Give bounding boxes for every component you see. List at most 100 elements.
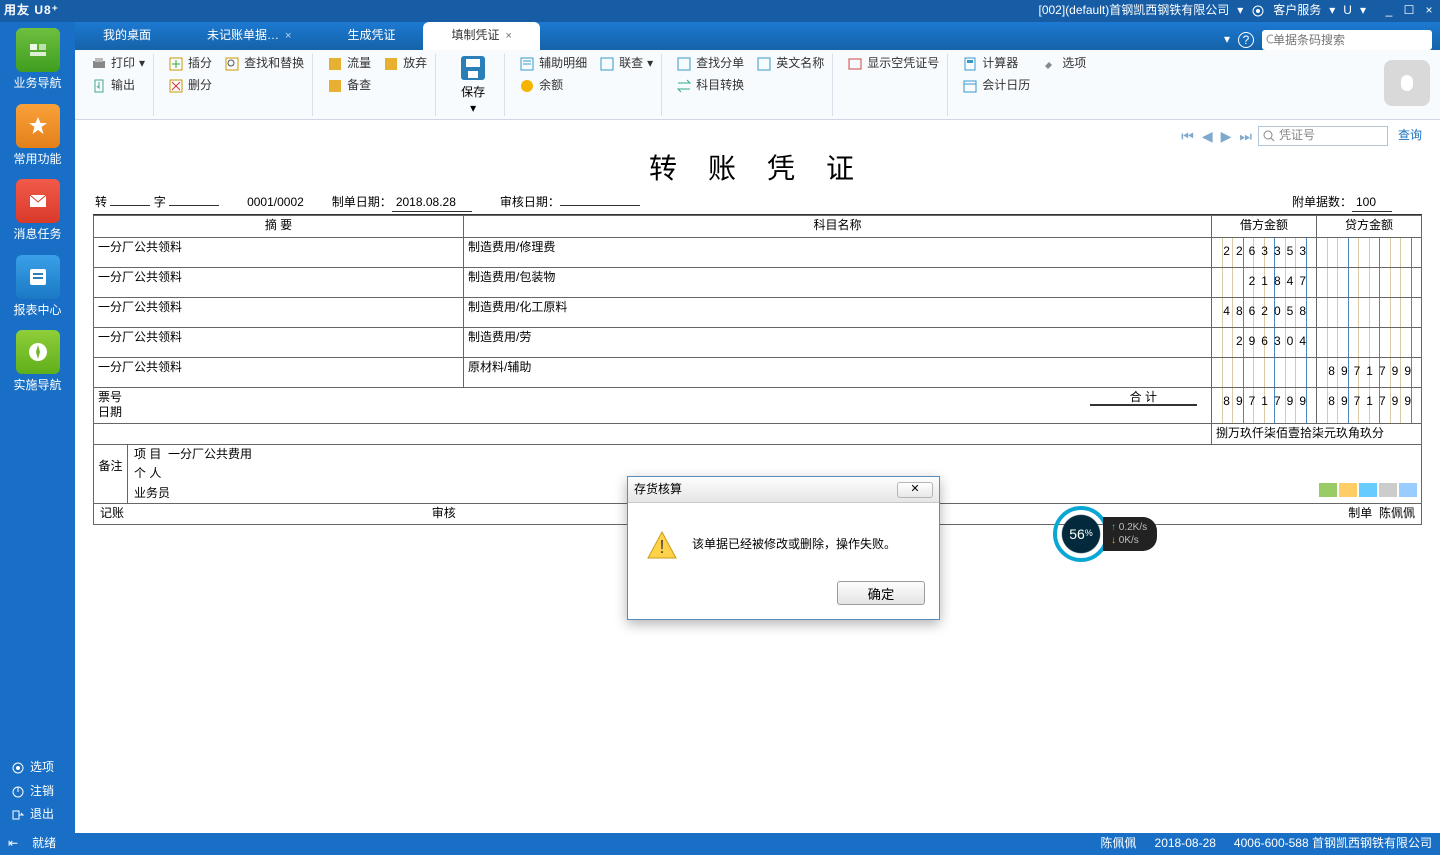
find-split-icon xyxy=(676,56,692,72)
speed-down: 0K/s xyxy=(1119,535,1139,546)
ribbon-show-empty[interactable]: 显示空凭证号 xyxy=(847,54,939,74)
remark-toolbar[interactable] xyxy=(1313,481,1421,504)
col-debit: 借方金额 xyxy=(1212,215,1317,237)
help-icon[interactable]: ? xyxy=(1238,32,1254,48)
save-icon xyxy=(458,53,488,83)
collapse-icon[interactable]: ⇤ xyxy=(8,836,18,852)
balance-icon xyxy=(519,78,535,94)
ribbon-calendar[interactable]: 会计日历 xyxy=(962,76,1030,96)
calculator-icon xyxy=(962,56,978,72)
ribbon-insert[interactable]: 插分 xyxy=(168,54,212,74)
ribbon-english[interactable]: 英文名称 xyxy=(756,54,824,74)
window-close-icon[interactable]: × xyxy=(1422,3,1436,19)
col-summary: 摘 要 xyxy=(94,215,464,237)
nav-last-icon[interactable]: ⏭ xyxy=(1237,127,1254,145)
foot-options[interactable]: 选项 xyxy=(0,756,75,780)
ribbon-output[interactable]: 输出 xyxy=(91,76,145,96)
ribbon-print[interactable]: 打印 ▾ xyxy=(91,54,145,74)
left-sidebar: 业务导航 常用功能 消息任务 报表中心 实施导航 选项 注销 退出 xyxy=(0,22,75,833)
account-label: [002](default)首钢凯西钢铁有限公司 xyxy=(1039,3,1230,19)
voucher-serial: 0001/0002 xyxy=(247,195,304,212)
dialog-title: 存货核算 xyxy=(634,482,682,498)
ribbon: 打印 ▾ 输出 插分 删分 查找和替换 流量 备查 放弃 保存 ▾ 辅助明细 余… xyxy=(75,50,1440,120)
discard-icon xyxy=(383,56,399,72)
table-row[interactable]: 一分厂公共领料制造费用/劳296304 xyxy=(94,327,1422,357)
table-row[interactable]: 一分厂公共领料制造费用/化工原料4862058 xyxy=(94,297,1422,327)
svg-text:!: ! xyxy=(659,537,664,557)
query-button[interactable]: 查询 xyxy=(1398,128,1422,144)
find-replace-icon xyxy=(224,56,240,72)
nav-next-icon[interactable]: ▶ xyxy=(1219,127,1234,145)
power-icon xyxy=(12,786,24,798)
warning-icon: ! xyxy=(646,529,678,561)
total-label: 合 计 xyxy=(1090,390,1197,406)
col-credit: 贷方金额 xyxy=(1317,215,1422,237)
nav-message[interactable]: 消息任务 xyxy=(8,179,68,243)
status-bar: ⇤ 就绪 陈佩佩 2018-08-28 4006-600-588 首钢凯西钢铁有… xyxy=(0,833,1440,855)
nav-report[interactable]: 报表中心 xyxy=(8,255,68,319)
voucher-table: 摘 要 科目名称 借方金额 贷方金额 一分厂公共领料制造费用/修理费226335… xyxy=(93,215,1422,445)
ribbon-delete[interactable]: 删分 xyxy=(168,76,212,96)
table-row[interactable]: 一分厂公共领料制造费用/包装物21847 xyxy=(94,267,1422,297)
foot-exit[interactable]: 退出 xyxy=(0,803,75,827)
attach-count[interactable]: 100 xyxy=(1352,195,1392,212)
dialog-ok-button[interactable]: 确定 xyxy=(837,581,925,605)
nav-common-label: 常用功能 xyxy=(13,152,61,166)
status-hotline: 4006-600-588 首钢凯西钢铁有限公司 xyxy=(1234,836,1432,852)
barcode-search-input[interactable] xyxy=(1273,33,1428,47)
voucher-no-input[interactable]: 凭证号 xyxy=(1258,126,1388,146)
tab-desktop[interactable]: 我的桌面 xyxy=(75,22,179,50)
service-label[interactable]: 客户服务 xyxy=(1273,3,1321,19)
status-date: 2018-08-28 xyxy=(1155,836,1216,852)
tab-bar: 我的桌面 未记账单据… 生成凭证 填制凭证 ▾ ? xyxy=(75,22,1440,50)
service-caret[interactable]: ▾ xyxy=(1329,3,1335,19)
ribbon-linked[interactable]: 联查 ▾ xyxy=(599,54,653,74)
dialog-message: 该单据已经被修改或删除，操作失败。 xyxy=(692,537,896,553)
nav-business[interactable]: 业务导航 xyxy=(8,28,68,92)
account-caret[interactable]: ▾ xyxy=(1237,3,1243,19)
table-row[interactable]: 一分厂公共领料制造费用/修理费2263353 xyxy=(94,237,1422,267)
maker-name: 陈佩佩 xyxy=(1379,506,1415,520)
backup-icon xyxy=(327,78,343,94)
foot-logout[interactable]: 注销 xyxy=(0,780,75,804)
tabs-caret[interactable]: ▾ xyxy=(1224,32,1230,48)
u-icon[interactable]: U xyxy=(1343,3,1352,19)
ribbon-flow[interactable]: 流量 xyxy=(327,54,371,74)
ribbon-calc[interactable]: 计算器 xyxy=(962,54,1030,74)
remark-label: 备注 xyxy=(94,445,128,504)
ribbon-find-split[interactable]: 查找分单 xyxy=(676,54,744,74)
nav-report-label: 报表中心 xyxy=(13,303,61,317)
empty-icon xyxy=(847,56,863,72)
tab-generate[interactable]: 生成凭证 xyxy=(319,22,423,50)
tab-voucher[interactable]: 填制凭证 xyxy=(423,22,539,50)
total-credit: 8971799 xyxy=(1328,394,1417,410)
u-caret[interactable]: ▾ xyxy=(1360,3,1366,19)
window-max-icon[interactable]: ☐ xyxy=(1402,3,1416,19)
nav-first-icon[interactable]: ⏮ xyxy=(1179,127,1196,145)
status-ready: 就绪 xyxy=(32,836,56,852)
tab-unbooked[interactable]: 未记账单据… xyxy=(179,22,319,50)
ribbon-balance[interactable]: 余额 xyxy=(519,76,587,96)
nav-guide[interactable]: 实施导航 xyxy=(8,330,68,394)
table-row[interactable]: 一分厂公共领料原材料/辅助8971799 xyxy=(94,357,1422,387)
mouse-icon xyxy=(1395,71,1419,95)
total-debit: 8971799 xyxy=(1223,394,1312,410)
network-speed-widget[interactable]: 56% ↑ 0.2K/s ↓ 0K/s xyxy=(1053,506,1173,562)
ribbon-option[interactable]: 选项 xyxy=(1042,54,1086,74)
window-min-icon[interactable]: _ xyxy=(1382,3,1396,19)
voucher-page-nav: ⏮ ◀ ▶ ⏭ 凭证号 查询 xyxy=(93,126,1422,146)
ribbon-plugin-icon[interactable] xyxy=(1384,60,1430,106)
barcode-search[interactable] xyxy=(1262,30,1432,50)
nav-common[interactable]: 常用功能 xyxy=(8,104,68,168)
ribbon-subject[interactable]: 科目转换 xyxy=(676,76,744,96)
ribbon-save[interactable]: 保存 ▾ xyxy=(450,53,496,116)
ribbon-find-replace[interactable]: 查找和替换 xyxy=(224,54,304,74)
app-name: 用友 U8⁺ xyxy=(4,3,59,19)
status-user: 陈佩佩 xyxy=(1101,836,1137,852)
ribbon-aux[interactable]: 辅助明细 xyxy=(519,54,587,74)
ribbon-bak[interactable]: 备查 xyxy=(327,76,371,96)
ribbon-discard[interactable]: 放弃 xyxy=(383,54,427,74)
nav-prev-icon[interactable]: ◀ xyxy=(1200,127,1215,145)
wrench-icon xyxy=(1042,56,1058,72)
dialog-close-icon[interactable]: ✕ xyxy=(897,482,933,498)
